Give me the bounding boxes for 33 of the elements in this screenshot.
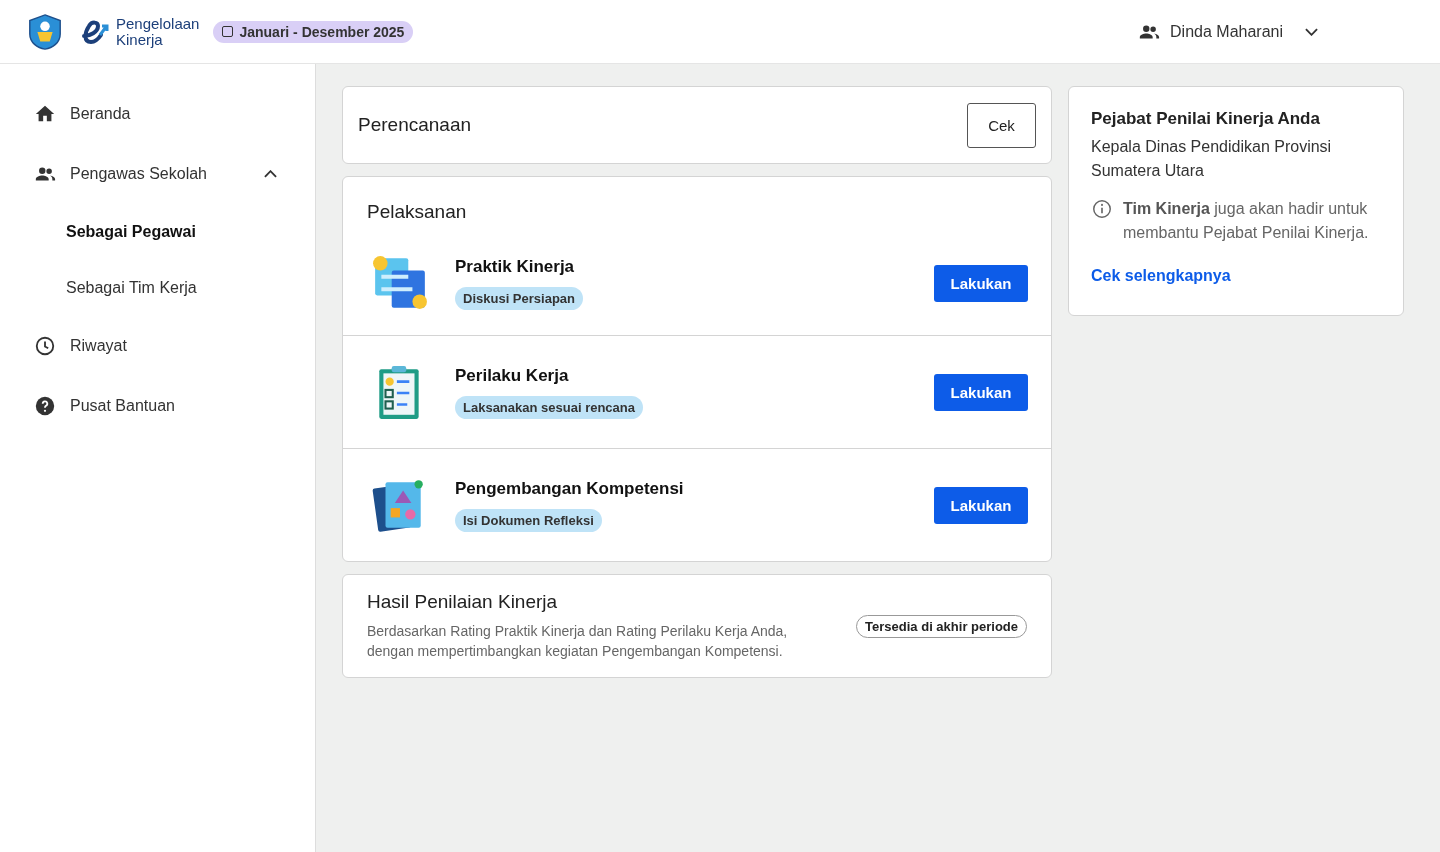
assessor-name: Kepala Dinas Pendidikan Provinsi Sumatera Utara	[1091, 137, 1333, 181]
sidebar-item[interactable]: Pengawas Sekolah	[0, 144, 315, 204]
clock-icon	[34, 335, 56, 357]
app-name: Pengelolaan	[116, 15, 200, 32]
task-title: Praktik Kinerja	[455, 256, 575, 277]
check-button[interactable]: Cek	[967, 102, 1036, 148]
card-title: Hasil Penilaian Kinerja	[367, 591, 559, 613]
do-button[interactable]: Lakukan	[934, 486, 1028, 524]
help-icon	[34, 395, 56, 417]
info-icon	[1091, 198, 1113, 220]
status-tag: Diskusi Persiapan	[455, 286, 583, 310]
results-description: Berdasarkan Rating Praktik Kinerja dan Rating Perilaku Kerja Anda, dengan mempertimbangkan kegiatan Pengembangan Kompetensi.	[367, 622, 789, 661]
sidebar-item[interactable]: Riwayat	[0, 316, 315, 376]
status-tag: Laksanakan sesuai rencana	[455, 395, 643, 419]
emblem-logo	[26, 12, 64, 51]
app-name: Kinerja	[116, 31, 163, 48]
task-title: Perilaku Kerja	[455, 365, 569, 386]
chevron-down-icon	[1305, 27, 1318, 36]
see-more-link[interactable]: Cek selengkapnya	[1091, 267, 1231, 285]
sidebar-subitem[interactable]: Sebagai Pegawai	[0, 204, 315, 260]
card-title: Pejabat Penilai Kinerja Anda	[1091, 109, 1321, 129]
do-button[interactable]: Lakukan	[934, 373, 1028, 411]
task-title: Pengembangan Kompetensi	[455, 478, 684, 499]
info-note: Tim Kinerja juga akan hadir untuk membantu Pejabat Penilai Kinerja.	[1123, 199, 1370, 243]
user-menu[interactable]: Dinda Maharani	[1132, 19, 1324, 44]
period-badge[interactable]: Januari - Desember 2025	[213, 20, 414, 43]
sidebar-item[interactable]: Beranda	[0, 84, 315, 144]
sidebar-item[interactable]: Pusat Bantuan	[0, 376, 315, 436]
card-title: Pelaksanan	[366, 200, 468, 224]
card-title: Perencanaan	[358, 114, 472, 136]
sidebar-subitem[interactable]: Sebagai Tim Kerja	[0, 260, 315, 316]
do-button[interactable]: Lakukan	[934, 264, 1028, 302]
status-tag: Isi Dokumen Refleksi	[455, 508, 602, 532]
